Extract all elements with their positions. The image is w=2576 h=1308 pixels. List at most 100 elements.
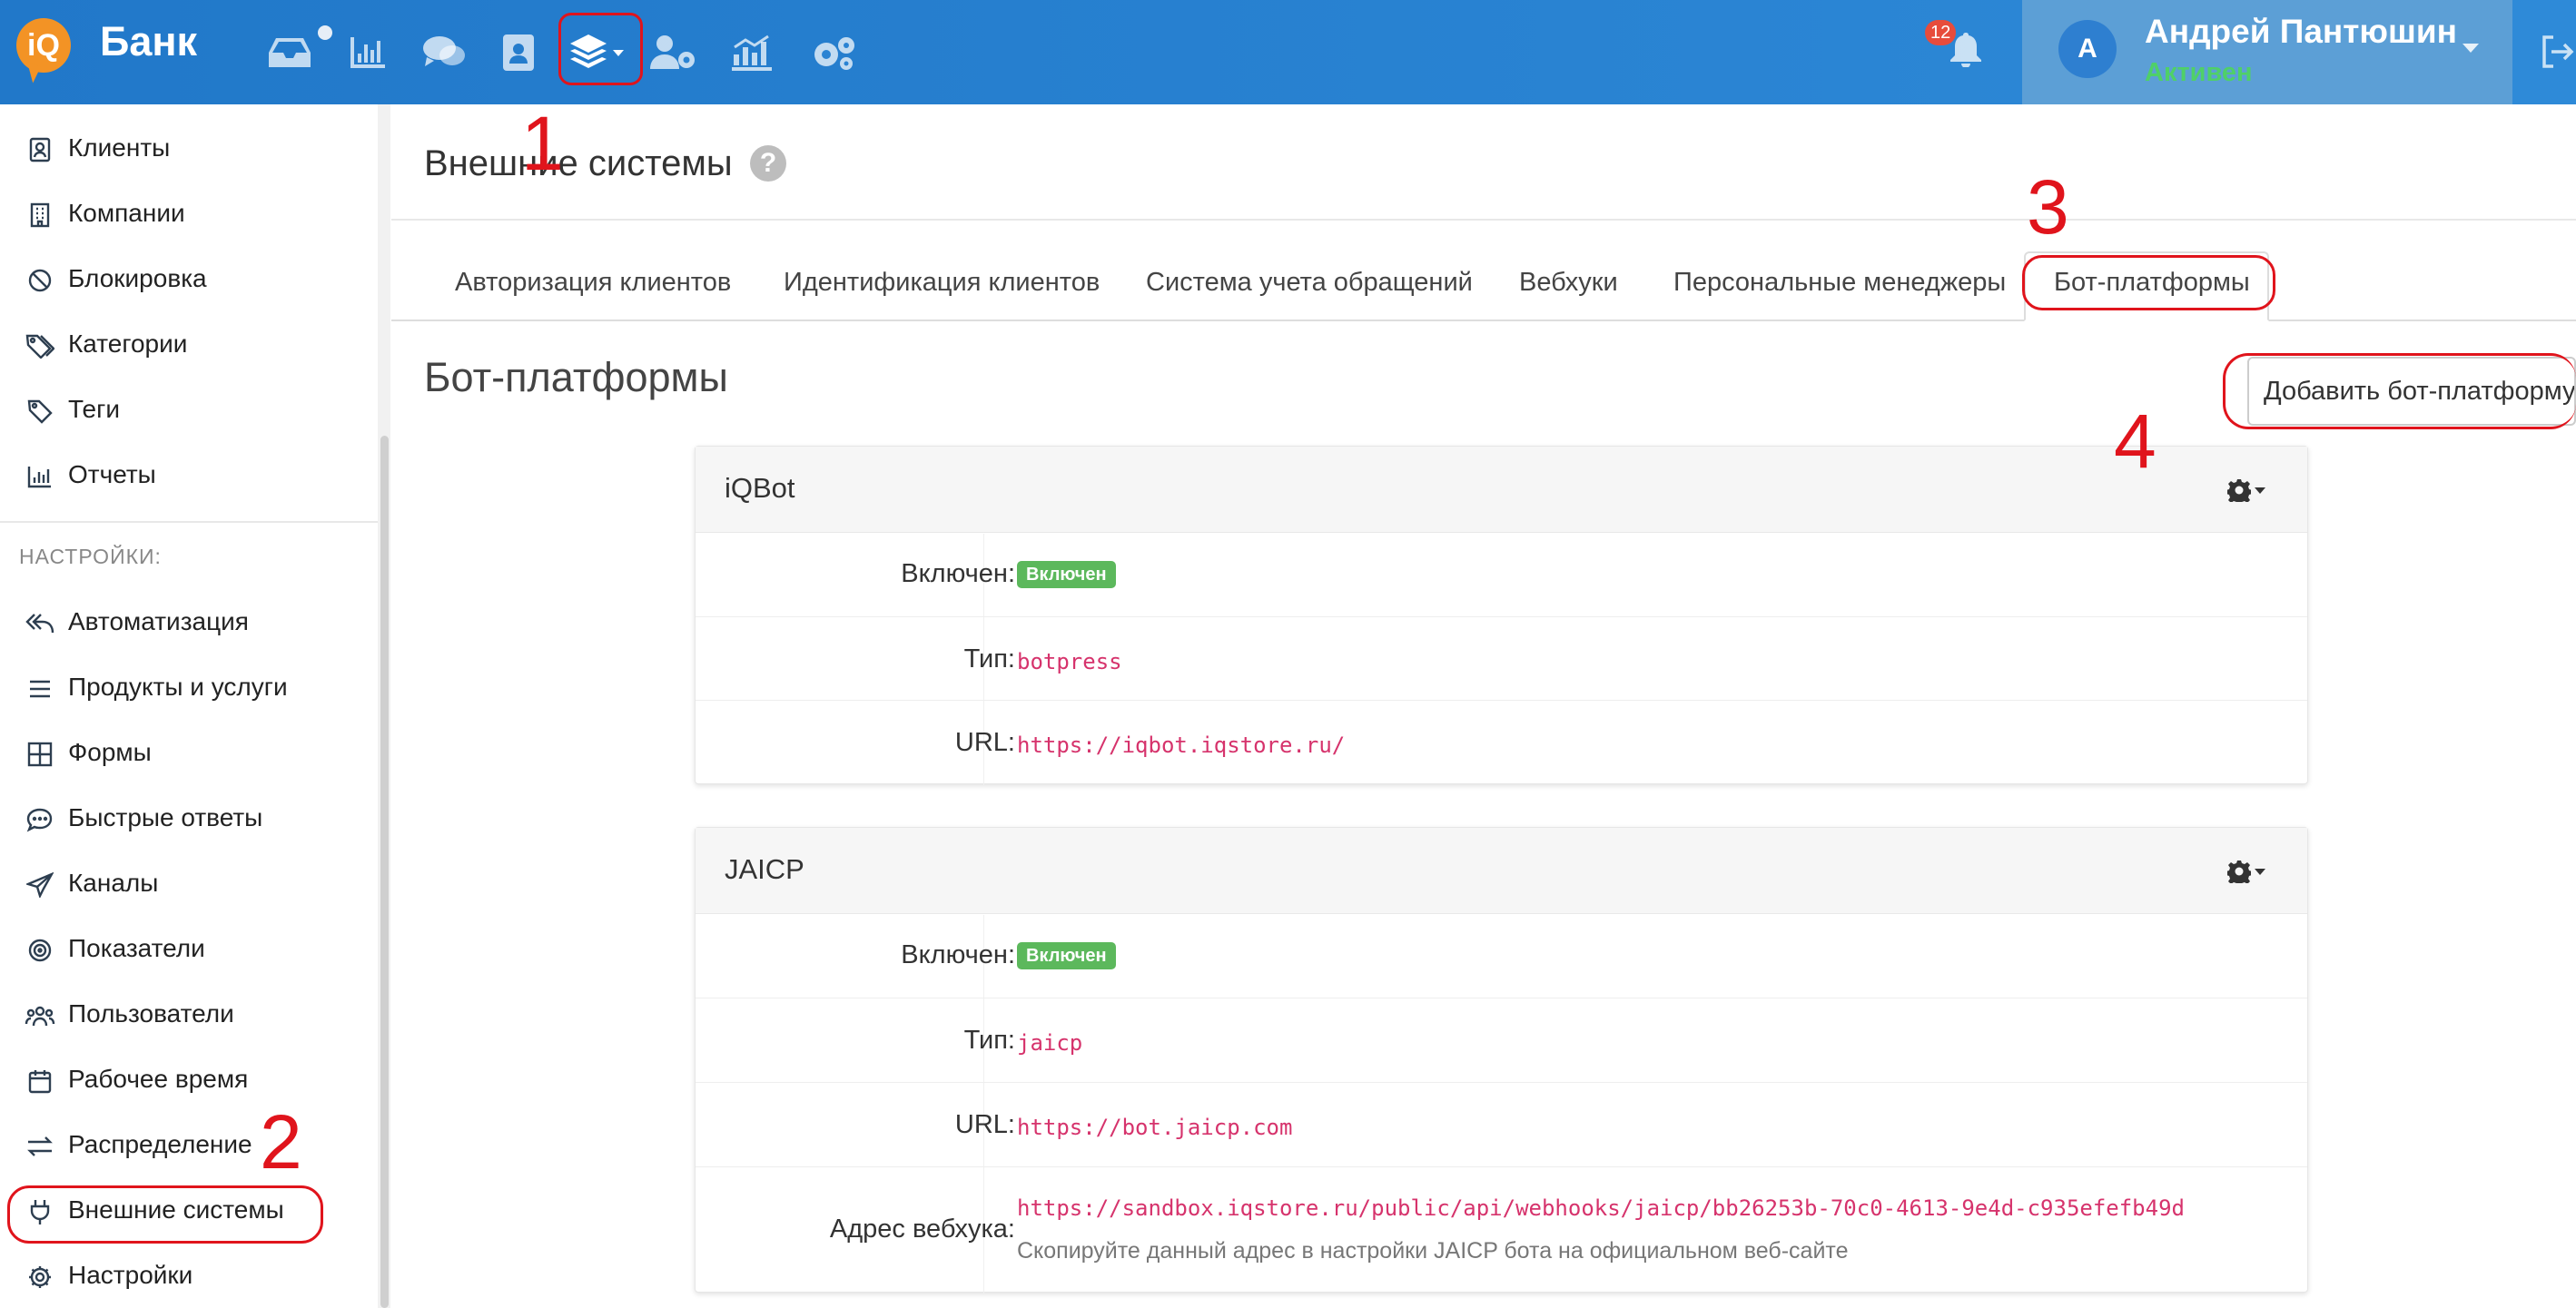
contact-card-icon bbox=[25, 136, 55, 163]
sidebar-item-label: Пользователи bbox=[68, 999, 234, 1028]
annotation-number-3: 3 bbox=[2027, 164, 2069, 250]
sidebar-item-label: Теги bbox=[68, 395, 120, 423]
table-row: Включен: Включен bbox=[696, 915, 2307, 998]
webhook-url[interactable]: https://sandbox.iqstore.ru/public/api/we… bbox=[1017, 1195, 2185, 1221]
notifications-badge: 12 bbox=[1925, 20, 1957, 45]
sidebar-item-channels[interactable]: Каналы bbox=[0, 851, 378, 917]
sidebar-item-label: Компании bbox=[68, 199, 185, 227]
chevron-down-icon[interactable] bbox=[2462, 44, 2479, 53]
calendar-icon bbox=[25, 1067, 55, 1095]
page-title: Внешние системы bbox=[424, 143, 733, 183]
comment-dots-icon bbox=[25, 806, 55, 833]
tag-icon bbox=[25, 398, 55, 425]
tab-webhooks[interactable]: Вебхуки bbox=[1519, 268, 1618, 298]
avatar[interactable]: A bbox=[2058, 20, 2117, 78]
logo-text: iQ bbox=[27, 27, 60, 63]
annotation-number-4: 4 bbox=[2114, 398, 2157, 484]
card-title: iQBot bbox=[725, 472, 795, 504]
status-badge: Включен bbox=[1017, 561, 1116, 588]
sidebar-item-tags[interactable]: Теги bbox=[0, 378, 378, 443]
sidebar-item-indicators[interactable]: Показатели bbox=[0, 917, 378, 982]
settings-icons[interactable] bbox=[806, 27, 863, 78]
question-circle-icon[interactable]: ? bbox=[750, 145, 786, 182]
sidebar-item-label: Клиенты bbox=[68, 133, 171, 162]
sidebar-item-clients[interactable]: Клиенты bbox=[0, 116, 378, 182]
user-name[interactable]: Андрей Пантюшин bbox=[2145, 13, 2457, 51]
target-icon bbox=[25, 937, 55, 964]
tags-icon bbox=[25, 332, 55, 359]
row-label: Тип: bbox=[963, 644, 1015, 674]
chevron-down-icon bbox=[2255, 487, 2265, 494]
logo-icon[interactable]: iQ bbox=[16, 18, 71, 73]
chevron-down-icon bbox=[2255, 868, 2265, 875]
sidebar-item-label: Распределение bbox=[68, 1130, 252, 1158]
inbox-icon[interactable] bbox=[264, 27, 315, 78]
tab-ticket-system[interactable]: Система учета обращений bbox=[1146, 268, 1473, 298]
sidebar-item-blocking[interactable]: Блокировка bbox=[0, 247, 378, 312]
row-label: Включен: bbox=[901, 559, 1015, 588]
analytics-icon[interactable] bbox=[726, 27, 777, 78]
sidebar-scrollbar-thumb[interactable] bbox=[380, 436, 389, 1308]
contacts-icon[interactable] bbox=[493, 27, 544, 78]
sidebar-item-categories[interactable]: Категории bbox=[0, 312, 378, 378]
row-label: Включен: bbox=[901, 940, 1015, 969]
row-label: URL: bbox=[954, 1110, 1015, 1139]
table-row: Тип: botpress bbox=[696, 617, 2307, 701]
sidebar-item-settings[interactable]: Настройки bbox=[0, 1244, 378, 1308]
sidebar-item-products[interactable]: Продукты и услуги bbox=[0, 655, 378, 721]
gear-icon bbox=[2227, 861, 2251, 883]
app-title[interactable]: Банк bbox=[100, 18, 197, 65]
list-icon bbox=[25, 675, 55, 703]
webhook-hint: Скопируйте данный адрес в настройки JAIC… bbox=[1017, 1238, 1849, 1264]
sidebar-item-automation[interactable]: Автоматизация bbox=[0, 590, 378, 655]
bar-chart-icon[interactable] bbox=[342, 27, 393, 78]
users-gear-icon[interactable] bbox=[645, 27, 703, 78]
sidebar-item-label: Блокировка bbox=[68, 264, 207, 292]
sidebar-item-forms[interactable]: Формы bbox=[0, 721, 378, 786]
sidebar-item-reports[interactable]: Отчеты bbox=[0, 443, 378, 508]
building-icon bbox=[25, 202, 55, 229]
cog-icon bbox=[25, 1264, 55, 1291]
tab-client-auth[interactable]: Авторизация клиентов bbox=[455, 268, 731, 298]
user-status: Активен bbox=[2145, 58, 2253, 87]
logout-icon[interactable] bbox=[2538, 31, 2576, 73]
sidebar-item-label: Продукты и услуги bbox=[68, 673, 288, 701]
bot-platform-card: iQBot Включен: Включен Тип: botpress URL… bbox=[695, 446, 2308, 785]
tab-client-identification[interactable]: Идентификация клиентов bbox=[784, 268, 1100, 298]
sidebar-item-label: Отчеты bbox=[68, 460, 156, 488]
sidebar-item-label: Категории bbox=[68, 329, 188, 358]
sidebar-item-distribution[interactable]: Распределение bbox=[0, 1113, 378, 1178]
card-header: JAICP bbox=[696, 828, 2307, 914]
annotation-box-2 bbox=[7, 1185, 323, 1244]
card-settings-dropdown[interactable] bbox=[2227, 859, 2273, 884]
section-title: Бот-платформы bbox=[424, 354, 728, 400]
row-value: https://iqbot.iqstore.ru/ bbox=[1017, 733, 1346, 758]
tab-personal-managers[interactable]: Персональные менеджеры bbox=[1673, 268, 2006, 298]
sidebar-item-working-hours[interactable]: Рабочее время bbox=[0, 1047, 378, 1113]
users-icon bbox=[25, 1002, 55, 1029]
sidebar-item-users[interactable]: Пользователи bbox=[0, 982, 378, 1047]
row-label: Тип: bbox=[963, 1026, 1015, 1055]
sidebar-item-companies[interactable]: Компании bbox=[0, 182, 378, 247]
sidebar-item-label: Рабочее время bbox=[68, 1065, 249, 1093]
gear-icon bbox=[2227, 479, 2251, 502]
exchange-icon bbox=[25, 1133, 55, 1160]
sidebar-divider bbox=[0, 521, 378, 523]
annotation-box-1 bbox=[558, 13, 643, 85]
bot-platform-card: JAICP Включен: Включен Тип: jaicp URL: h… bbox=[695, 827, 2308, 1293]
table-row: Тип: jaicp bbox=[696, 998, 2307, 1083]
paper-plane-icon bbox=[25, 871, 55, 899]
table-row: Адрес вебхука: https://sandbox.iqstore.r… bbox=[696, 1167, 2307, 1293]
ban-icon bbox=[25, 267, 55, 294]
sidebar-item-quick-replies[interactable]: Быстрые ответы bbox=[0, 786, 378, 851]
table-row: URL: https://iqbot.iqstore.ru/ bbox=[696, 701, 2307, 785]
inbox-unread-dot bbox=[318, 25, 332, 40]
reply-all-icon bbox=[25, 610, 55, 637]
card-settings-dropdown[interactable] bbox=[2227, 477, 2273, 503]
chat-icon[interactable] bbox=[419, 27, 469, 78]
card-title: JAICP bbox=[725, 853, 804, 885]
annotation-number-1: 1 bbox=[521, 101, 564, 186]
table-row: Включен: Включен bbox=[696, 534, 2307, 617]
card-header: iQBot bbox=[696, 447, 2307, 533]
annotation-box-4 bbox=[2223, 353, 2576, 429]
